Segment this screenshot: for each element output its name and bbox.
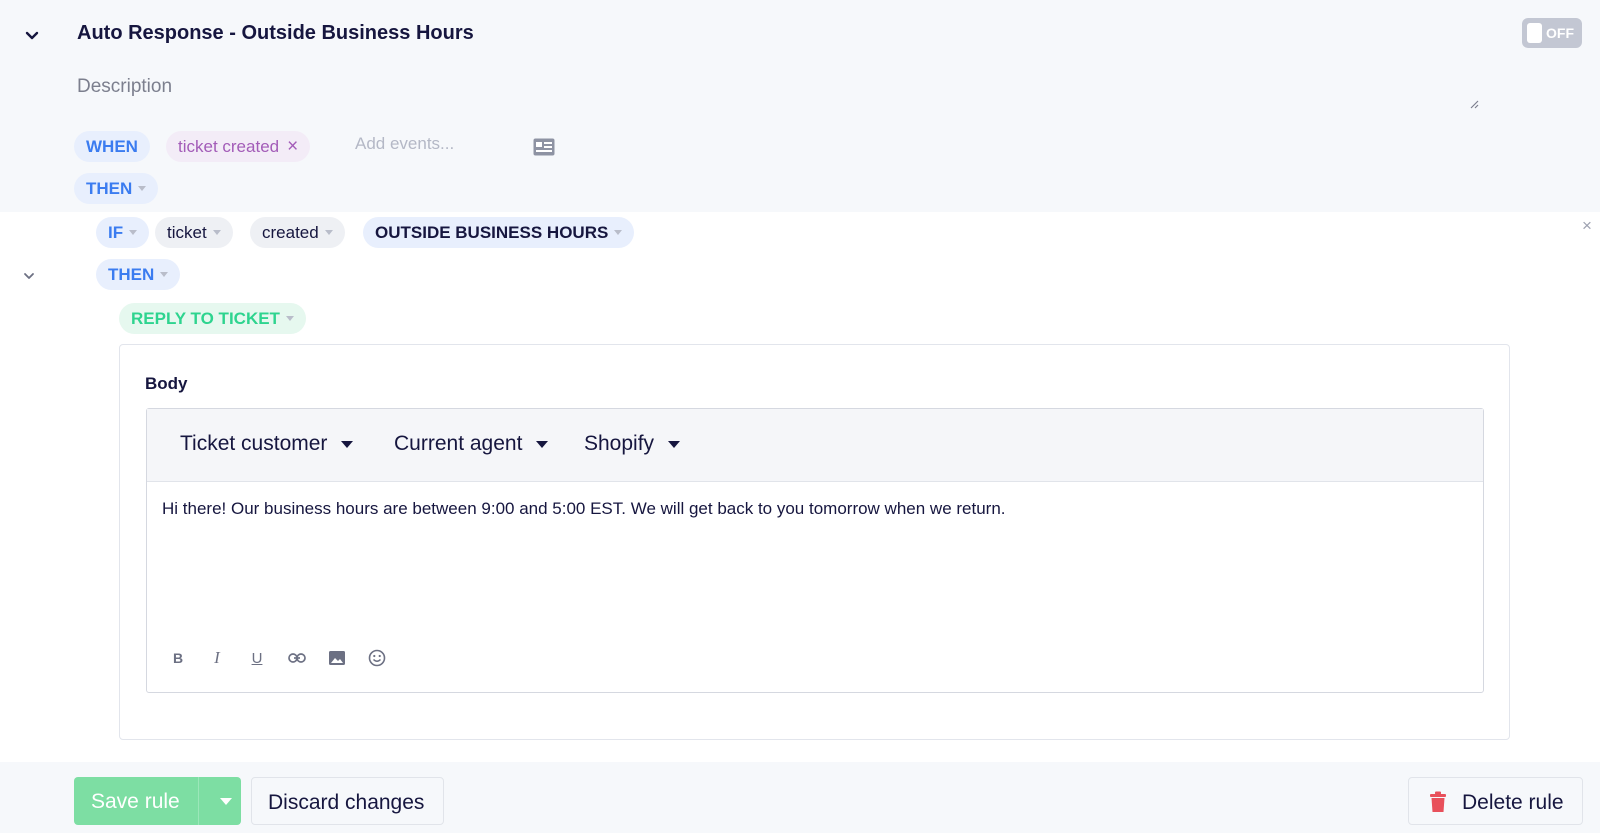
- caret-down-icon: [536, 440, 549, 448]
- discard-changes-label: Discard changes: [268, 791, 425, 814]
- add-events-input[interactable]: Add events...: [355, 134, 454, 154]
- object-dropdown[interactable]: ticket: [155, 217, 233, 248]
- current-agent-label: Current agent: [394, 432, 523, 455]
- chevron-down-icon: [285, 316, 294, 321]
- body-label: Body: [145, 374, 188, 393]
- field-label: created: [262, 222, 319, 242]
- ticket-customer-menu[interactable]: Ticket customer: [180, 432, 354, 456]
- discard-changes-button[interactable]: Discard changes: [251, 777, 444, 825]
- condition-then-label: THEN: [108, 264, 155, 284]
- reply-body-text[interactable]: Hi there! Our business hours are between…: [162, 499, 1006, 519]
- toggle-knob: [1527, 23, 1542, 43]
- split-divider: [198, 777, 199, 825]
- chevron-down-icon: [138, 186, 147, 191]
- chevron-down-icon: [129, 230, 138, 235]
- operator-label: OUTSIDE BUSINESS HOURS: [375, 222, 609, 242]
- if-label: IF: [108, 222, 124, 242]
- caret-down-icon: [341, 440, 354, 448]
- save-rule-button[interactable]: Save rule: [74, 777, 241, 825]
- events-list-icon[interactable]: [533, 138, 555, 156]
- chevron-down-icon: [212, 230, 221, 235]
- delete-rule-label: Delete rule: [1462, 791, 1564, 814]
- link-icon[interactable]: [286, 647, 308, 669]
- ticket-customer-label: Ticket customer: [180, 432, 328, 455]
- save-rule-label: Save rule: [91, 790, 180, 813]
- when-badge: WHEN: [74, 131, 150, 162]
- remove-event-icon[interactable]: ×: [287, 136, 298, 158]
- rule-title[interactable]: Auto Response - Outside Business Hours: [77, 22, 474, 45]
- save-options-dropdown[interactable]: [211, 777, 241, 825]
- underline-icon[interactable]: U: [246, 647, 268, 669]
- shopify-label: Shopify: [584, 432, 655, 455]
- then-label: THEN: [86, 178, 133, 198]
- trash-icon: [1429, 791, 1447, 813]
- caret-down-icon: [668, 440, 681, 448]
- variables-toolbar: Ticket customer Current agent Shopify: [147, 409, 1483, 482]
- collapse-rule-chevron-icon[interactable]: [25, 31, 39, 41]
- event-tag-label: ticket created: [178, 136, 280, 156]
- chevron-down-icon: [160, 272, 169, 277]
- italic-icon[interactable]: I: [206, 647, 228, 669]
- delete-rule-button[interactable]: Delete rule: [1408, 777, 1583, 825]
- action-type-dropdown[interactable]: REPLY TO TICKET: [119, 303, 306, 334]
- resize-handle-icon[interactable]: [1467, 96, 1479, 109]
- collapse-branch-chevron-icon[interactable]: [22, 271, 36, 281]
- chevron-down-icon: [614, 230, 623, 235]
- operator-dropdown[interactable]: OUTSIDE BUSINESS HOURS: [363, 217, 635, 248]
- event-tag-ticket-created: ticket created ×: [166, 131, 311, 162]
- action-type-label: REPLY TO TICKET: [131, 308, 280, 328]
- field-dropdown[interactable]: created: [250, 217, 345, 248]
- shopify-menu[interactable]: Shopify: [584, 432, 681, 456]
- image-icon[interactable]: [326, 647, 348, 669]
- rule-active-toggle[interactable]: OFF: [1522, 18, 1582, 48]
- condition-then-dropdown[interactable]: THEN: [96, 259, 181, 290]
- toggle-label: OFF: [1546, 25, 1574, 41]
- description-field[interactable]: Description: [77, 76, 1481, 110]
- remove-condition-icon[interactable]: ×: [1582, 216, 1592, 236]
- emoji-icon[interactable]: [366, 647, 388, 669]
- bold-icon[interactable]: B: [167, 647, 189, 669]
- then-dropdown[interactable]: THEN: [74, 173, 159, 204]
- chevron-down-icon: [324, 230, 333, 235]
- if-dropdown[interactable]: IF: [96, 217, 150, 248]
- when-label: WHEN: [86, 136, 138, 156]
- body-editor: Ticket customer Current agent Shopify Hi…: [146, 408, 1484, 693]
- caret-down-icon: [220, 797, 232, 805]
- object-label: ticket: [167, 222, 207, 242]
- current-agent-menu[interactable]: Current agent: [394, 432, 549, 456]
